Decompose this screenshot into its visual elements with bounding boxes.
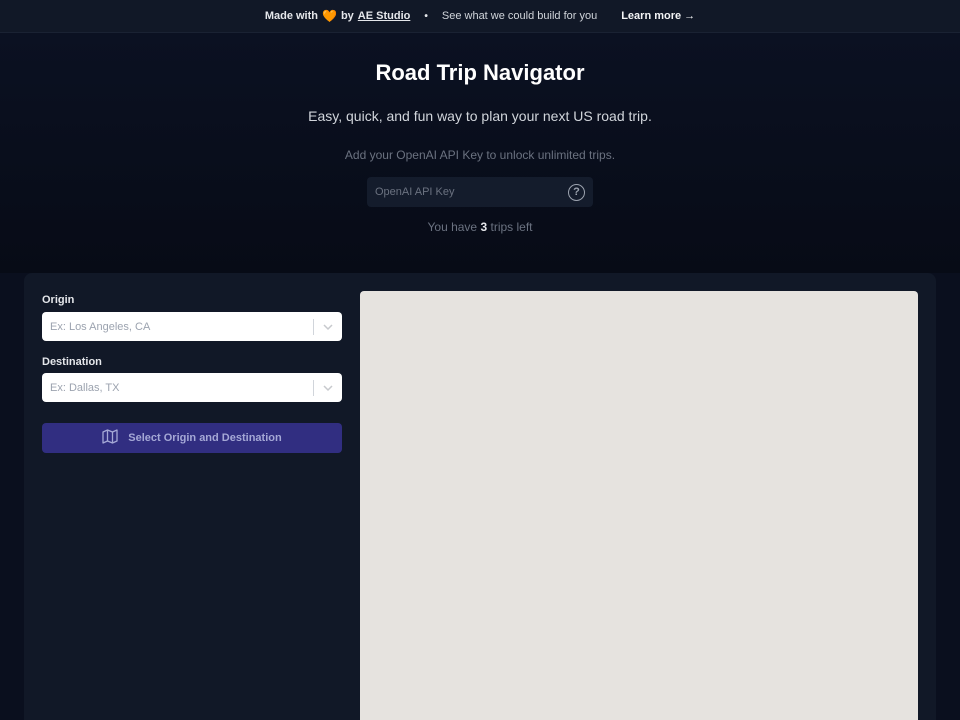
learn-more-link[interactable]: Learn more → bbox=[621, 10, 695, 22]
trips-prefix: You have bbox=[427, 220, 478, 234]
chevron-down-icon[interactable] bbox=[314, 312, 342, 341]
api-key-note: Add your OpenAI API Key to unlock unlimi… bbox=[344, 148, 616, 162]
question-circle-icon[interactable]: ? bbox=[568, 183, 585, 201]
top-banner: Made with 🧡 by AE Studio • See what we c… bbox=[0, 0, 960, 33]
api-key-field: ? bbox=[367, 177, 593, 207]
map-view[interactable] bbox=[360, 291, 918, 720]
destination-input[interactable] bbox=[50, 381, 313, 394]
heart-icon: 🧡 bbox=[322, 9, 337, 23]
separator-dot: • bbox=[424, 10, 428, 22]
page-title: Road Trip Navigator bbox=[375, 60, 585, 85]
by-label: by bbox=[340, 10, 354, 22]
origin-input[interactable] bbox=[50, 320, 313, 333]
origin-label: Origin bbox=[42, 294, 75, 306]
origin-select[interactable] bbox=[42, 312, 342, 341]
route-button-label: Select Origin and Destination bbox=[128, 432, 282, 444]
chevron-down-icon[interactable] bbox=[314, 373, 342, 402]
trips-suffix: trips left bbox=[490, 220, 533, 234]
trips-remaining: You have 3 trips left bbox=[0, 220, 960, 234]
map-icon bbox=[102, 429, 118, 447]
destination-select[interactable] bbox=[42, 373, 342, 402]
pitch-text: See what we could build for you bbox=[441, 10, 598, 22]
page-subtitle: Easy, quick, and fun way to plan your ne… bbox=[308, 108, 652, 124]
made-with-text: Made with 🧡 by AE Studio bbox=[265, 9, 411, 23]
api-key-input[interactable] bbox=[375, 186, 568, 198]
select-route-button[interactable]: Select Origin and Destination bbox=[42, 423, 342, 453]
destination-label: Destination bbox=[42, 356, 102, 368]
ae-studio-link[interactable]: AE Studio bbox=[358, 10, 411, 22]
trips-count: 3 bbox=[480, 220, 488, 234]
made-with-label: Made with bbox=[264, 10, 318, 22]
